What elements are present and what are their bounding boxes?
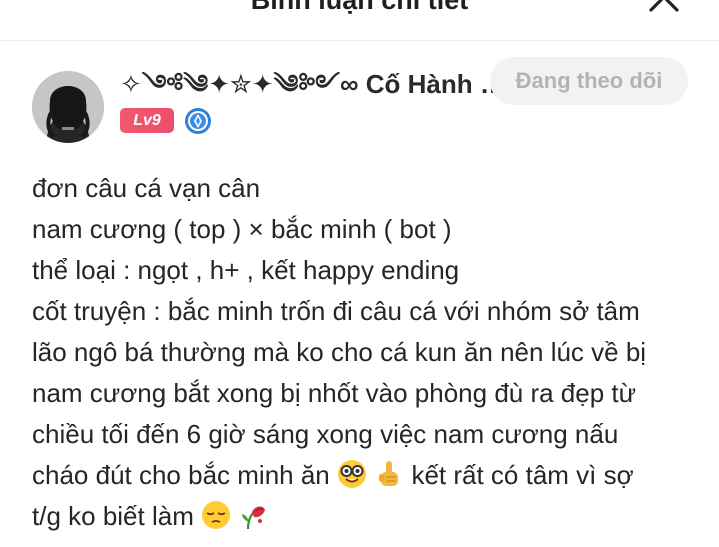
close-button[interactable]: [647, 0, 681, 14]
page-title: Bình luận chi tiết: [250, 0, 469, 15]
comment-line: lão ngô bá thường mà ko cho cá kun ăn nê…: [32, 337, 647, 367]
following-button[interactable]: Đang theo dõi: [490, 57, 688, 105]
comment-text: cháo đút cho bắc minh ăn: [32, 460, 337, 490]
header: Bình luận chi tiết: [0, 0, 719, 41]
close-icon: [649, 0, 679, 12]
comment-line: nam cương ( top ) × bắc minh ( bot ): [32, 214, 452, 244]
wilted-flower-emoji: [238, 500, 268, 530]
nerd-face-emoji: [337, 459, 367, 489]
username[interactable]: ✧༺༄✦✮✦༄༻∞ Cố Hành Ngu...: [120, 66, 510, 102]
verified-badge-icon: [184, 107, 212, 135]
comment-line: đơn câu cá vạn cân: [32, 173, 261, 203]
comment-line: nam cương bắt xong bị nhốt vào phòng đù …: [32, 378, 637, 408]
comment-line: chiều tối đến 6 giờ sáng xong việc nam c…: [32, 419, 619, 449]
avatar[interactable]: [32, 71, 104, 143]
level-badge: Lv9: [120, 108, 174, 133]
comment-body: đơn câu cá vạn cân nam cương ( top ) × b…: [32, 168, 702, 537]
comment-text: t/g ko biết làm: [32, 501, 202, 531]
pensive-face-emoji: [201, 500, 231, 530]
comment-line: t/g ko biết làm: [32, 496, 702, 537]
comment-line: thể loại : ngọt , h+ , kết happy ending: [32, 255, 460, 285]
pointing-up-emoji: [374, 459, 404, 489]
comment-line: cốt truyện : bắc minh trốn đi câu cá với…: [32, 296, 640, 326]
comment-text: kết rất có tâm vì sợ: [411, 460, 634, 490]
comment-line: cháo đút cho bắc minh ăn kết rất có tâm …: [32, 455, 702, 496]
